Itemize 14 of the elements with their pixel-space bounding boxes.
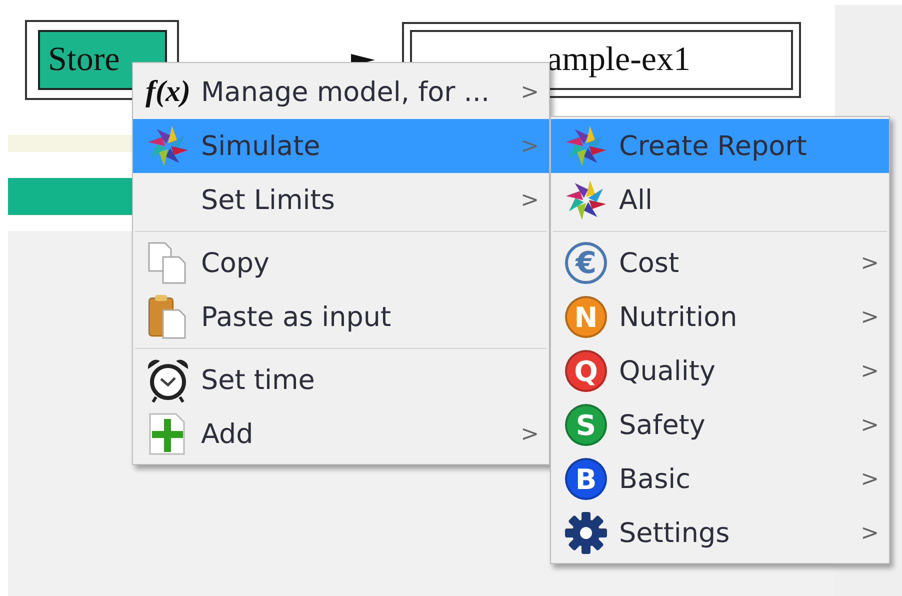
submenu-arrow: > xyxy=(860,412,879,438)
submenu-arrow: > xyxy=(520,188,539,212)
submenu-arrow: > xyxy=(520,134,539,158)
submenu-arrow: > xyxy=(860,520,879,546)
submenu-arrow: > xyxy=(860,250,879,276)
letter-badge-icon: N xyxy=(565,296,607,338)
euro-icon: € xyxy=(565,242,607,284)
letter-badge-icon: S xyxy=(565,404,607,446)
submenu-arrow: > xyxy=(860,358,879,384)
submenu-arrow: > xyxy=(520,422,539,446)
letter-badge-icon: Q xyxy=(565,350,607,392)
letter-badge-icon: B xyxy=(565,458,607,500)
submenu-arrow: > xyxy=(860,304,879,330)
submenu-arrow: > xyxy=(860,466,879,492)
